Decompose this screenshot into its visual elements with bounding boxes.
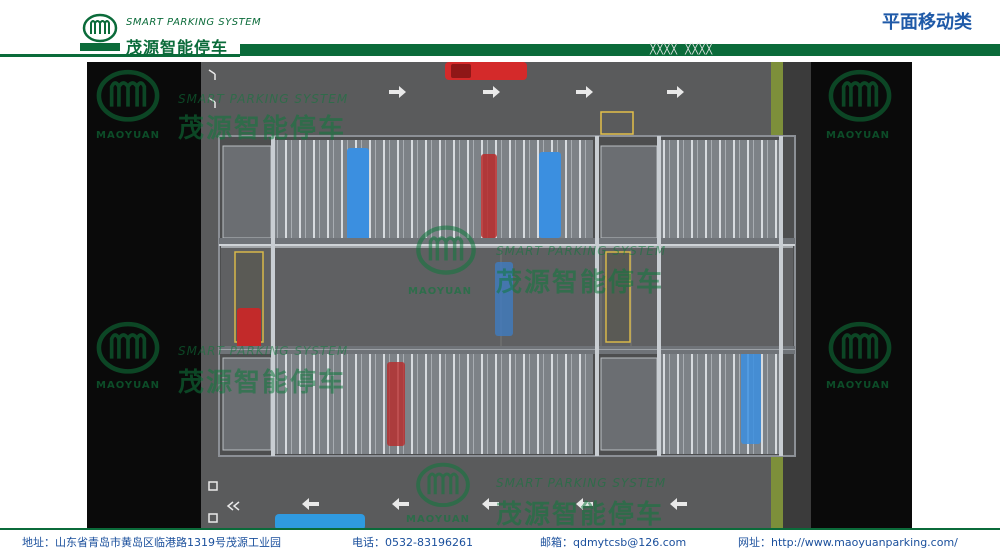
parking-garage-render (201, 62, 811, 528)
brand-english: SMART PARKING SYSTEM (126, 17, 262, 28)
blue-car-2 (539, 152, 561, 238)
maoyuan-logo (80, 13, 120, 51)
left-panel (87, 62, 201, 528)
footer-rule (0, 528, 1000, 530)
right-panel (810, 62, 912, 528)
footer-address: 地址：山东省青岛市黄岛区临港路1319号茂源工业园 (22, 536, 281, 549)
footer-website[interactable]: 网址：http://www.maoyuanparking.com/ (738, 534, 958, 550)
red-car-corridor (237, 308, 261, 350)
header-rule-left (0, 54, 240, 57)
footer-phone: 电话：0532-83196261 (352, 536, 473, 549)
header: SMART PARKING SYSTEM 茂源智能停车 ╳╳╳╳ ╳╳╳╳ 平面… (0, 0, 1000, 62)
garage-illustration (201, 62, 811, 528)
blue-bus-bottom (275, 514, 365, 528)
footer: 地址：山东省青岛市黄岛区临港路1319号茂源工业园 电话：0532-831962… (0, 531, 1000, 550)
header-rule (240, 44, 1000, 56)
blue-car-1 (347, 148, 369, 240)
header-decoration: ╳╳╳╳ ╳╳╳╳ (650, 44, 714, 55)
footer-email: 邮箱：qdmytcsb@126.com (540, 536, 687, 549)
page-title: 平面移动类 (882, 12, 972, 33)
